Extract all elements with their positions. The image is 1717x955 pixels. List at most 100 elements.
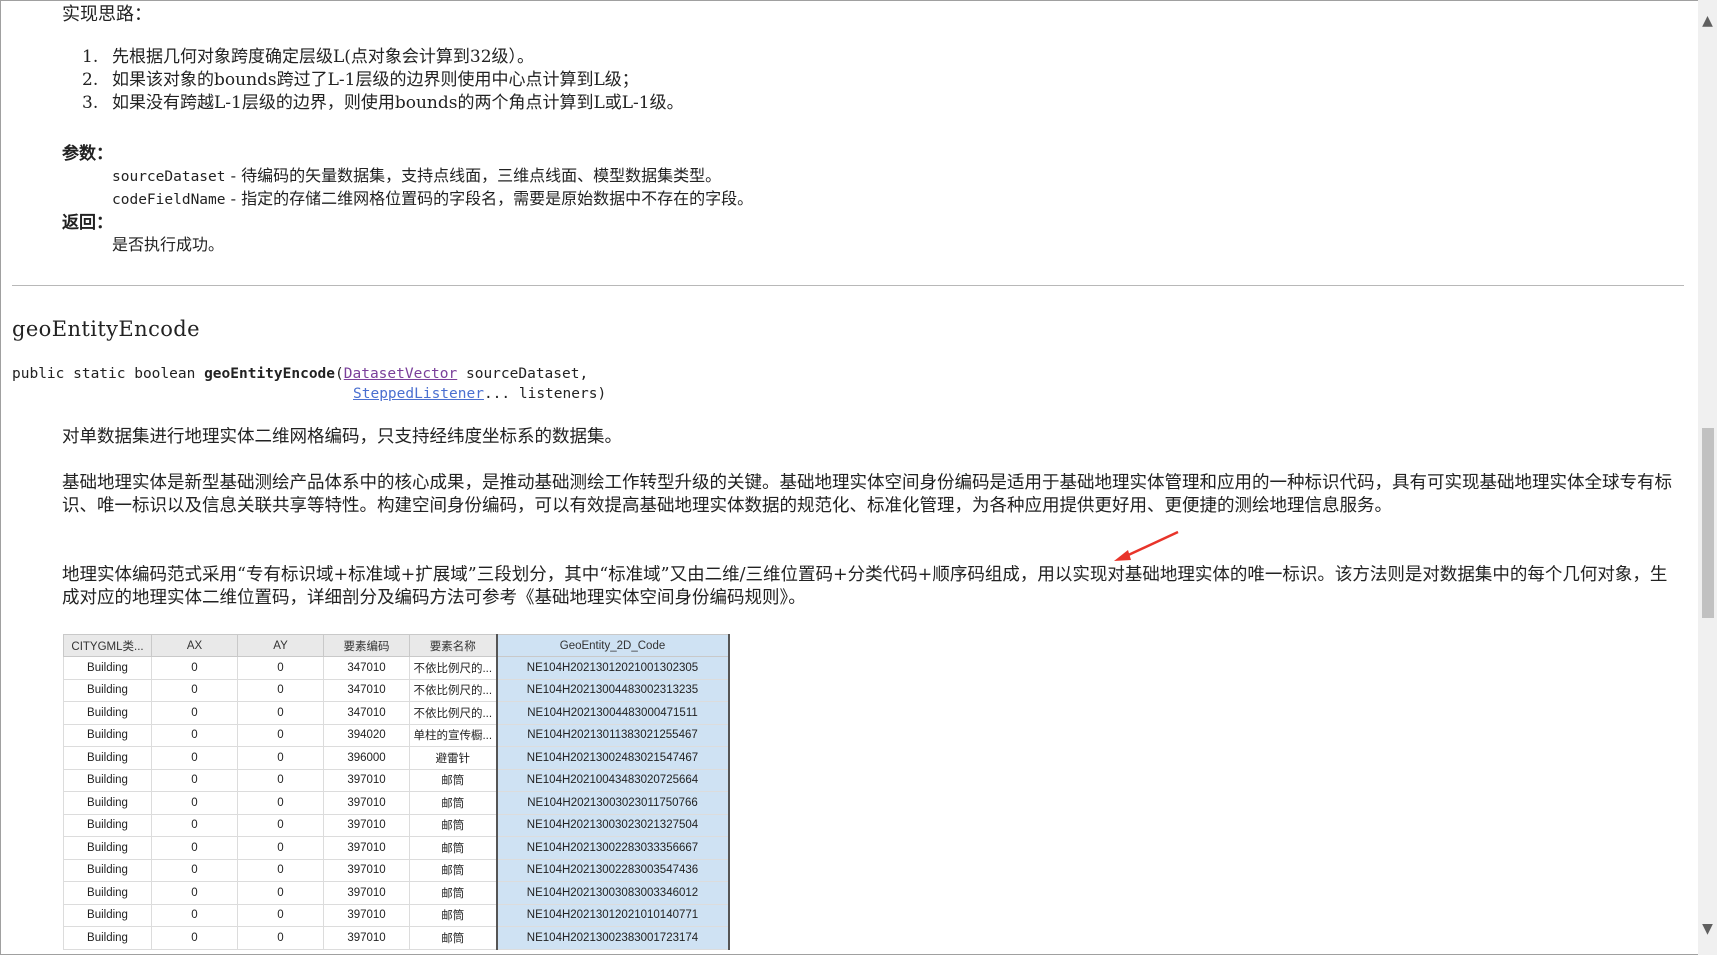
table-cell[interactable]: 396000 (323, 746, 410, 770)
table-cell[interactable]: 邮筒 (409, 768, 497, 792)
table-cell[interactable]: NE104H20210043483020725664 (495, 768, 730, 792)
column-header[interactable]: 要素编码 (323, 634, 410, 657)
table-cell[interactable]: 0 (237, 768, 324, 792)
table-row[interactable]: Building 0 0 397010 邮筒 NE104H2021300302302132… (63, 813, 730, 837)
table-cell[interactable]: 397010 (323, 768, 410, 792)
table-cell[interactable]: 0 (237, 723, 324, 747)
table-row[interactable]: Building 0 0 397010 邮筒 NE104H2021300302301175… (63, 791, 730, 815)
table-row[interactable]: Building 0 0 347010 不依比例尺的... NE104H202130044… (63, 701, 730, 725)
table-cell[interactable]: 单柱的宣传橱... (409, 723, 497, 747)
table-cell[interactable]: Building (63, 768, 152, 792)
table-cell[interactable]: 0 (151, 678, 238, 702)
table-cell[interactable]: 0 (237, 836, 324, 860)
table-cell[interactable]: 邮筒 (409, 926, 497, 950)
table-cell[interactable]: NE104H20213003023011750766 (495, 791, 730, 815)
table-cell[interactable]: 邮筒 (409, 881, 497, 905)
table-cell[interactable]: NE104H20213002483021547467 (495, 746, 730, 770)
table-cell[interactable]: 0 (151, 791, 238, 815)
table-row[interactable]: Building 0 0 396000 避雷针 NE104H202130024830215… (63, 746, 730, 770)
table-row[interactable]: Building 0 0 394020 单柱的宣传橱... NE104H202130113… (63, 723, 730, 747)
column-header[interactable]: 要素名称 (409, 634, 497, 657)
column-header[interactable]: CITYGML类... (63, 634, 152, 657)
table-cell[interactable]: 0 (151, 926, 238, 950)
table-cell[interactable]: 397010 (323, 813, 410, 837)
table-cell[interactable]: 避雷针 (409, 746, 497, 770)
chevron-up-icon[interactable]: ▲ (1698, 12, 1717, 31)
table-cell[interactable]: 347010 (323, 701, 410, 725)
table-cell[interactable]: NE104H20213003083003346012 (495, 881, 730, 905)
column-header-geoentity-code[interactable]: GeoEntity_2D_Code (495, 634, 730, 657)
table-cell[interactable]: NE104H20213002383001723174 (495, 926, 730, 950)
table-cell[interactable]: NE104H20213012021010140771 (495, 903, 730, 927)
table-cell[interactable]: 0 (151, 881, 238, 905)
table-cell[interactable]: 不依比例尺的... (409, 656, 497, 680)
table-cell[interactable]: NE104H20213003023021327504 (495, 813, 730, 837)
table-cell[interactable]: 347010 (323, 656, 410, 680)
table-cell[interactable]: 不依比例尺的... (409, 678, 497, 702)
table-cell[interactable]: 397010 (323, 858, 410, 882)
table-cell[interactable]: Building (63, 903, 152, 927)
table-cell[interactable]: NE104H20213002283003547436 (495, 858, 730, 882)
table-row[interactable]: Building 0 0 347010 不依比例尺的... NE104H202130120… (63, 656, 730, 680)
table-cell[interactable]: 0 (151, 858, 238, 882)
table-cell[interactable]: Building (63, 678, 152, 702)
table-cell[interactable]: 0 (151, 746, 238, 770)
table-cell[interactable]: 0 (151, 903, 238, 927)
table-cell[interactable]: Building (63, 813, 152, 837)
chevron-down-icon[interactable]: ▼ (1698, 920, 1717, 939)
table-cell[interactable]: Building (63, 836, 152, 860)
column-header[interactable]: AX (151, 634, 238, 657)
table-cell[interactable]: 0 (151, 836, 238, 860)
table-cell[interactable]: 邮筒 (409, 858, 497, 882)
table-cell[interactable]: Building (63, 926, 152, 950)
table-row[interactable]: Building 0 0 397010 邮筒 NE104H2021300228300354… (63, 858, 730, 882)
table-cell[interactable]: 0 (237, 746, 324, 770)
table-cell[interactable]: 397010 (323, 881, 410, 905)
table-cell[interactable]: 邮筒 (409, 903, 497, 927)
table-cell[interactable]: Building (63, 858, 152, 882)
table-cell[interactable]: Building (63, 791, 152, 815)
table-cell[interactable]: 397010 (323, 903, 410, 927)
table-cell[interactable]: 0 (237, 813, 324, 837)
table-row[interactable]: Building 0 0 397010 邮筒 NE104H2021300228303335… (63, 836, 730, 860)
table-cell[interactable]: 394020 (323, 723, 410, 747)
table-cell[interactable]: NE104H20213004483000471511 (495, 701, 730, 725)
table-cell[interactable]: Building (63, 701, 152, 725)
table-cell[interactable]: 不依比例尺的... (409, 701, 497, 725)
table-cell[interactable]: 0 (237, 791, 324, 815)
table-cell[interactable]: 0 (151, 723, 238, 747)
table-cell[interactable]: 0 (237, 656, 324, 680)
table-cell[interactable]: Building (63, 656, 152, 680)
table-row[interactable]: Building 0 0 397010 邮筒 NE104H2021300238300172… (63, 926, 730, 950)
table-cell[interactable]: 0 (237, 858, 324, 882)
table-cell[interactable]: 邮筒 (409, 791, 497, 815)
table-cell[interactable]: 邮筒 (409, 836, 497, 860)
column-header[interactable]: AY (237, 634, 324, 657)
table-cell[interactable]: Building (63, 746, 152, 770)
table-cell[interactable]: Building (63, 881, 152, 905)
table-row[interactable]: Building 0 0 347010 不依比例尺的... NE104H202130044… (63, 678, 730, 702)
table-cell[interactable]: 397010 (323, 836, 410, 860)
table-cell[interactable]: Building (63, 723, 152, 747)
vertical-scrollbar[interactable]: ▲ ▼ (1698, 0, 1717, 955)
table-row[interactable]: Building 0 0 397010 邮筒 NE104H2021301202101014… (63, 903, 730, 927)
table-cell[interactable]: 0 (237, 903, 324, 927)
table-cell[interactable]: 邮筒 (409, 813, 497, 837)
table-cell[interactable]: NE104H20213011383021255467 (495, 723, 730, 747)
table-cell[interactable]: 0 (151, 656, 238, 680)
table-row[interactable]: Building 0 0 397010 邮筒 NE104H2021300308300334… (63, 881, 730, 905)
table-cell[interactable]: 347010 (323, 678, 410, 702)
table-row[interactable]: Building 0 0 397010 邮筒 NE104H2021004348302072… (63, 768, 730, 792)
table-cell[interactable]: 0 (237, 926, 324, 950)
table-cell[interactable]: 0 (151, 813, 238, 837)
table-cell[interactable]: 0 (237, 701, 324, 725)
scrollbar-thumb[interactable] (1702, 428, 1714, 618)
table-cell[interactable]: 0 (237, 881, 324, 905)
table-cell[interactable]: 0 (237, 678, 324, 702)
table-cell[interactable]: 397010 (323, 926, 410, 950)
table-cell[interactable]: 397010 (323, 791, 410, 815)
dataset-vector-link[interactable]: DatasetVector (344, 366, 458, 382)
table-cell[interactable]: NE104H20213002283033356667 (495, 836, 730, 860)
table-cell[interactable]: NE104H20213004483002313235 (495, 678, 730, 702)
table-cell[interactable]: 0 (151, 768, 238, 792)
